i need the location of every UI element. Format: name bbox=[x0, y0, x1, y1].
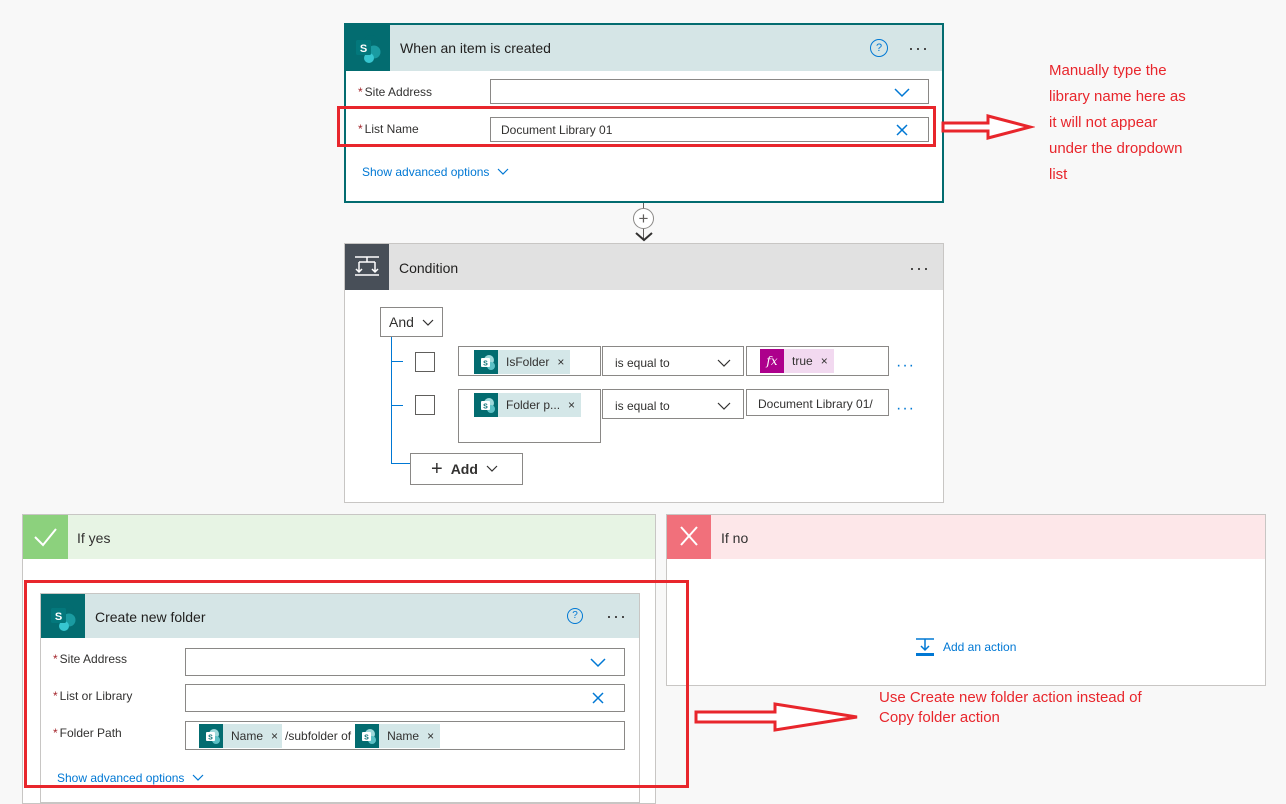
add-action-icon bbox=[916, 638, 934, 656]
sharepoint-icon bbox=[346, 25, 390, 71]
show-advanced-options-link[interactable]: Show advanced options bbox=[362, 165, 509, 179]
help-icon[interactable]: ? bbox=[870, 39, 888, 57]
condition-card: Condition ··· And IsFolder × is equal to… bbox=[344, 243, 944, 503]
chevron-down-icon bbox=[717, 359, 731, 367]
expression-token[interactable]: fx true × bbox=[760, 349, 834, 373]
condition-icon bbox=[345, 244, 389, 290]
row-more-icon[interactable]: ··· bbox=[896, 401, 915, 417]
site-address-label: * Site Address bbox=[358, 85, 433, 99]
annotation-note-2: Use Create new folder action instead of … bbox=[879, 689, 1142, 726]
sharepoint-icon bbox=[481, 355, 495, 370]
condition-left-field[interactable]: IsFolder × bbox=[458, 346, 601, 376]
remove-token-icon[interactable]: × bbox=[821, 354, 828, 368]
chevron-down-icon bbox=[717, 402, 731, 410]
annotation-note-1: Manually type the library name here as i… bbox=[1049, 62, 1186, 183]
operator-dropdown[interactable]: is equal to bbox=[602, 389, 744, 419]
tree-line bbox=[391, 361, 403, 362]
close-icon bbox=[667, 515, 711, 559]
if-no-label: If no bbox=[721, 530, 749, 546]
condition-right-field[interactable]: fx true × bbox=[746, 346, 889, 376]
create-folder-highlight bbox=[24, 580, 689, 788]
add-button[interactable]: + Add bbox=[410, 453, 523, 485]
more-options-icon[interactable]: ··· bbox=[908, 39, 929, 57]
trigger-header[interactable]: When an item is created ? ··· bbox=[346, 25, 942, 71]
operator-dropdown[interactable]: is equal to bbox=[602, 346, 744, 376]
remove-token-icon[interactable]: × bbox=[568, 398, 575, 412]
row-checkbox[interactable] bbox=[415, 352, 435, 372]
folder-path-token[interactable]: Folder p... × bbox=[474, 393, 582, 417]
chevron-down-icon bbox=[486, 465, 498, 472]
sharepoint-icon bbox=[481, 398, 495, 413]
site-address-dropdown[interactable] bbox=[490, 79, 929, 104]
remove-token-icon[interactable]: × bbox=[557, 355, 564, 369]
row-more-icon[interactable]: ··· bbox=[896, 358, 915, 374]
if-yes-header[interactable]: If yes bbox=[23, 515, 655, 559]
isfolder-token[interactable]: IsFolder × bbox=[474, 350, 571, 374]
more-options-icon[interactable]: ··· bbox=[909, 259, 930, 277]
chevron-down-icon bbox=[422, 319, 434, 326]
tree-line bbox=[391, 405, 403, 406]
fx-icon: fx bbox=[766, 354, 778, 368]
if-no-branch: If no Add an action bbox=[666, 514, 1266, 686]
condition-title: Condition bbox=[399, 260, 459, 276]
tree-line bbox=[391, 337, 392, 463]
if-no-header[interactable]: If no bbox=[667, 515, 1265, 559]
arrow-down-icon bbox=[635, 232, 653, 242]
annotation-arrow bbox=[694, 702, 858, 732]
list-name-highlight bbox=[337, 106, 936, 147]
insert-step-icon[interactable]: + bbox=[633, 208, 654, 229]
if-yes-label: If yes bbox=[77, 530, 111, 546]
chevron-down-icon bbox=[498, 168, 509, 175]
plus-icon: + bbox=[431, 457, 443, 480]
row-checkbox[interactable] bbox=[415, 395, 435, 415]
chevron-down-icon bbox=[894, 88, 910, 98]
check-icon bbox=[23, 515, 68, 559]
tree-line bbox=[391, 463, 411, 464]
condition-header[interactable]: Condition ··· bbox=[345, 244, 943, 290]
annotation-arrow bbox=[941, 114, 1035, 140]
trigger-title: When an item is created bbox=[400, 40, 551, 56]
condition-left-field[interactable]: Folder p... × bbox=[458, 389, 601, 443]
condition-right-field[interactable]: Document Library 01/ bbox=[746, 389, 889, 416]
add-an-action-button[interactable]: Add an action bbox=[915, 638, 1016, 656]
and-dropdown[interactable]: And bbox=[380, 307, 443, 337]
